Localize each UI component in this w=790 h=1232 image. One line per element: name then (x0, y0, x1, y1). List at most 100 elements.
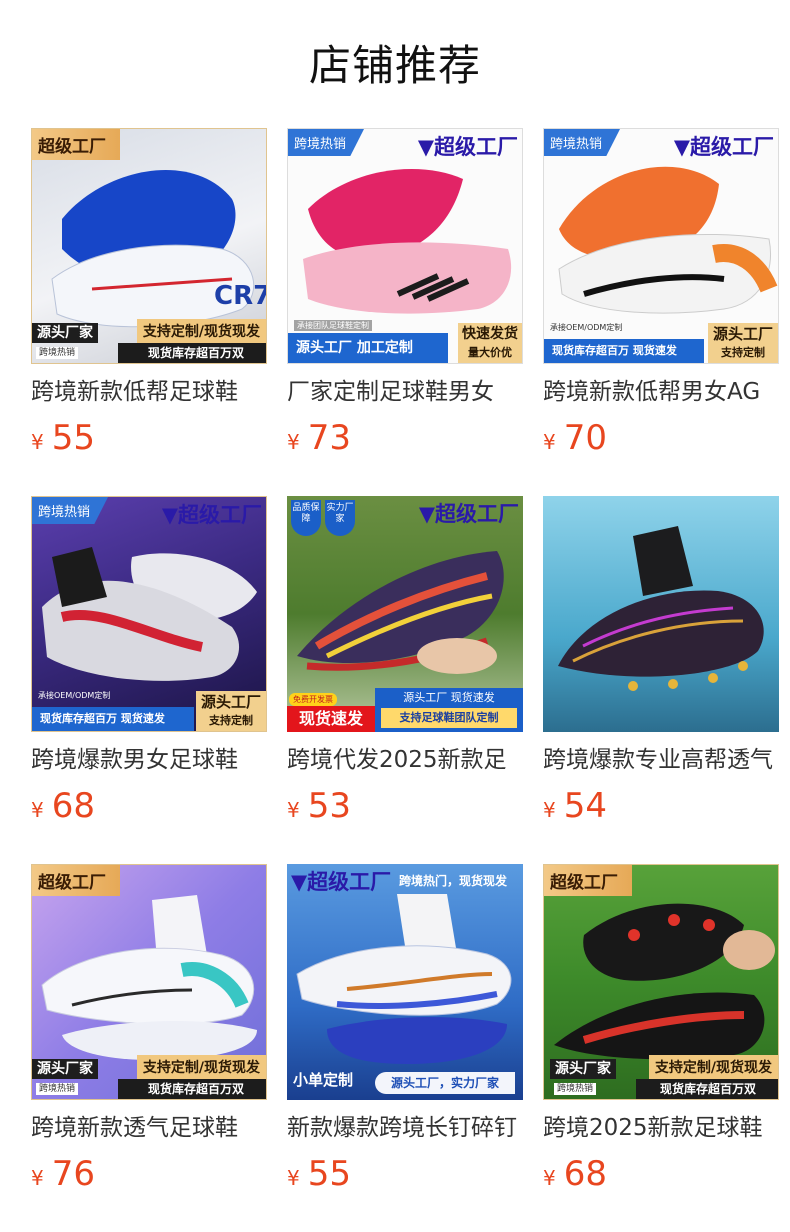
product-name[interactable]: 新款爆款跨境长钉碎钉 (287, 1112, 523, 1144)
brand-name: 超级工厂 (434, 135, 518, 159)
product-image[interactable]: ▼超级工厂 跨境热门，现货现发 小单定制 源头工厂，实力厂家 (287, 864, 523, 1100)
currency-symbol: ¥ (287, 430, 300, 454)
product-image[interactable] (543, 496, 779, 732)
product-name[interactable]: 跨境2025新款足球鞋 (543, 1112, 779, 1144)
top-left-tag: 超级工厂 (544, 865, 632, 896)
bottom-strip: 现货库存超百万双 (636, 1079, 778, 1099)
product-name[interactable]: 跨境新款透气足球鞋 (31, 1112, 267, 1144)
gold-top-text: 快速发货 (462, 326, 518, 342)
product-card-6[interactable]: 跨境爆款专业高帮透气 ¥54 (543, 496, 779, 826)
gold-top-text: 源头工厂 (712, 325, 773, 343)
price-amount: 54 (563, 786, 607, 826)
product-price: ¥76 (31, 1154, 95, 1194)
product-image[interactable]: 跨境热销 ▼超级工厂 承接团队足球鞋定制 源头工厂 加工定制 快速发货 量大价优 (287, 128, 523, 364)
currency-symbol: ¥ (543, 1166, 556, 1190)
red-tag: 免费开发票 (289, 693, 337, 706)
blue-info-box: 源头工厂 现货速发 支持足球鞋团队定制 (375, 688, 523, 732)
small-note: 承接OEM/ODM定制 (550, 323, 623, 332)
product-name[interactable]: 跨境新款低帮足球鞋 (31, 376, 267, 408)
shoe-illustration (296, 894, 512, 1064)
currency-symbol: ¥ (287, 798, 300, 822)
product-image[interactable]: 品质保障 实力厂家 ▼超级工厂 免费开发票 现货速发 源头工厂 现货速发 支持足… (287, 496, 523, 732)
bottom-strip: 源头工厂 加工定制 (288, 333, 448, 363)
brand-name: 超级工厂 (307, 870, 392, 894)
product-name[interactable]: 厂家定制足球鞋男女 (287, 376, 523, 408)
price-amount: 68 (563, 1154, 607, 1194)
product-price: ¥70 (543, 418, 607, 458)
product-name[interactable]: 跨境爆款专业高帮透气 (543, 744, 779, 776)
svg-text:CR7: CR7 (214, 281, 267, 311)
brand-logo: ▼超级工厂 (417, 135, 518, 159)
gold-box: 快速发货 量大价优 (458, 323, 522, 363)
currency-symbol: ¥ (543, 430, 556, 454)
product-card-4[interactable]: 跨境热销 ▼超级工厂 承接OEM/ODM定制 现货库存超百万 现货速发 源头工厂… (31, 496, 267, 826)
product-image[interactable]: 跨境热销 ▼超级工厂 承接OEM/ODM定制 现货库存超百万 现货速发 源头工厂… (543, 128, 779, 364)
shoe-illustration (558, 526, 764, 691)
product-price: ¥68 (31, 786, 95, 826)
bottom-strip: 现货库存超百万 现货速发 (544, 339, 704, 363)
price-amount: 76 (51, 1154, 95, 1194)
brand-logo: ▼超级工厂 (418, 502, 519, 526)
bottom-right-tag: 支持定制/现货现发 (136, 1055, 266, 1079)
brand-logo: ▼超级工厂 (161, 503, 262, 527)
blue-line-1: 源头工厂 现货速发 (403, 691, 495, 704)
product-card-7[interactable]: 超级工厂 源头厂家 跨境热销 支持定制/现货现发 现货库存超百万双 跨境新款透气… (31, 864, 267, 1194)
gold-bottom-text: 量大价优 (468, 346, 512, 359)
product-card-3[interactable]: 跨境热销 ▼超级工厂 承接OEM/ODM定制 现货库存超百万 现货速发 源头工厂… (543, 128, 779, 458)
badge-factory: 实力厂家 (325, 500, 355, 536)
gold-box: 源头工厂 支持定制 (708, 323, 778, 363)
blue-line-2: 支持足球鞋团队定制 (381, 708, 517, 728)
price-amount: 73 (307, 418, 351, 458)
gold-box: 源头工厂 支持定制 (196, 691, 266, 731)
product-card-5[interactable]: 品质保障 实力厂家 ▼超级工厂 免费开发票 现货速发 源头工厂 现货速发 支持足… (287, 496, 523, 826)
bottom-right-tag: 支持定制/现货现发 (648, 1055, 778, 1079)
product-name[interactable]: 跨境爆款男女足球鞋 (31, 744, 267, 776)
badge-quality: 品质保障 (291, 500, 321, 536)
price-amount: 70 (563, 418, 607, 458)
currency-symbol: ¥ (31, 798, 44, 822)
currency-symbol: ¥ (31, 430, 44, 454)
bottom-left-tag: 源头厂家 (32, 1059, 98, 1079)
currency-symbol: ¥ (543, 798, 556, 822)
product-price: ¥55 (287, 1154, 351, 1194)
bottom-left-big: 小单定制 (293, 1071, 354, 1089)
product-image[interactable]: 跨境热销 ▼超级工厂 承接OEM/ODM定制 现货库存超百万 现货速发 源头工厂… (31, 496, 267, 732)
currency-symbol: ¥ (287, 1166, 300, 1190)
gold-top-text: 源头工厂 (200, 693, 261, 711)
product-price: ¥55 (31, 418, 95, 458)
product-price: ¥73 (287, 418, 351, 458)
product-price: ¥54 (543, 786, 607, 826)
bottom-right-tag: 支持定制/现货现发 (136, 319, 266, 343)
bottom-strip: 现货库存超百万双 (118, 343, 266, 363)
product-image[interactable]: CR7 超级工厂 源头厂家 跨境热销 支持定制/现货现发 现货库存超百万双 (31, 128, 267, 364)
bottom-left-subtag: 跨境热销 (36, 347, 79, 359)
brand-logo: ▼超级工厂 (673, 135, 774, 159)
bottom-left-subtag: 跨境热销 (554, 1083, 597, 1095)
product-card-8[interactable]: ▼超级工厂 跨境热门，现货现发 小单定制 源头工厂，实力厂家 新款爆款跨境长钉碎… (287, 864, 523, 1194)
brand-name: 超级工厂 (178, 503, 262, 527)
brand-name: 超级工厂 (435, 502, 519, 526)
product-card-9[interactable]: 超级工厂 源头厂家 跨境热销 支持定制/现货现发 现货库存超百万双 跨境2025… (543, 864, 779, 1194)
bottom-left-tag: 源头厂家 (550, 1059, 616, 1079)
top-left-tag: 超级工厂 (32, 865, 120, 896)
product-image[interactable]: 超级工厂 源头厂家 跨境热销 支持定制/现货现发 现货库存超百万双 (543, 864, 779, 1100)
bottom-right-pill: 源头工厂，实力厂家 (375, 1072, 515, 1094)
brand-name: 超级工厂 (690, 135, 774, 159)
bottom-left-tag: 源头厂家 (32, 323, 98, 343)
price-amount: 55 (307, 1154, 351, 1194)
red-banner: 现货速发 (287, 706, 375, 732)
product-card-2[interactable]: 跨境热销 ▼超级工厂 承接团队足球鞋定制 源头工厂 加工定制 快速发货 量大价优… (287, 128, 523, 458)
product-name[interactable]: 跨境代发2025新款足 (287, 744, 523, 776)
product-name[interactable]: 跨境新款低帮男女AG (543, 376, 779, 408)
bottom-strip: 现货库存超百万双 (118, 1079, 266, 1099)
small-note: 承接团队足球鞋定制 (294, 320, 372, 331)
product-card-1[interactable]: CR7 超级工厂 源头厂家 跨境热销 支持定制/现货现发 现货库存超百万双 跨境… (31, 128, 267, 458)
price-amount: 68 (51, 786, 95, 826)
small-note: 承接OEM/ODM定制 (38, 691, 111, 700)
gold-bottom-text: 支持定制 (209, 714, 253, 727)
product-price: ¥68 (543, 1154, 607, 1194)
product-image[interactable]: 超级工厂 源头厂家 跨境热销 支持定制/现货现发 现货库存超百万双 (31, 864, 267, 1100)
top-left-tag: 超级工厂 (32, 129, 120, 160)
currency-symbol: ¥ (31, 1166, 44, 1190)
page-title: 店铺推荐 (308, 41, 481, 90)
